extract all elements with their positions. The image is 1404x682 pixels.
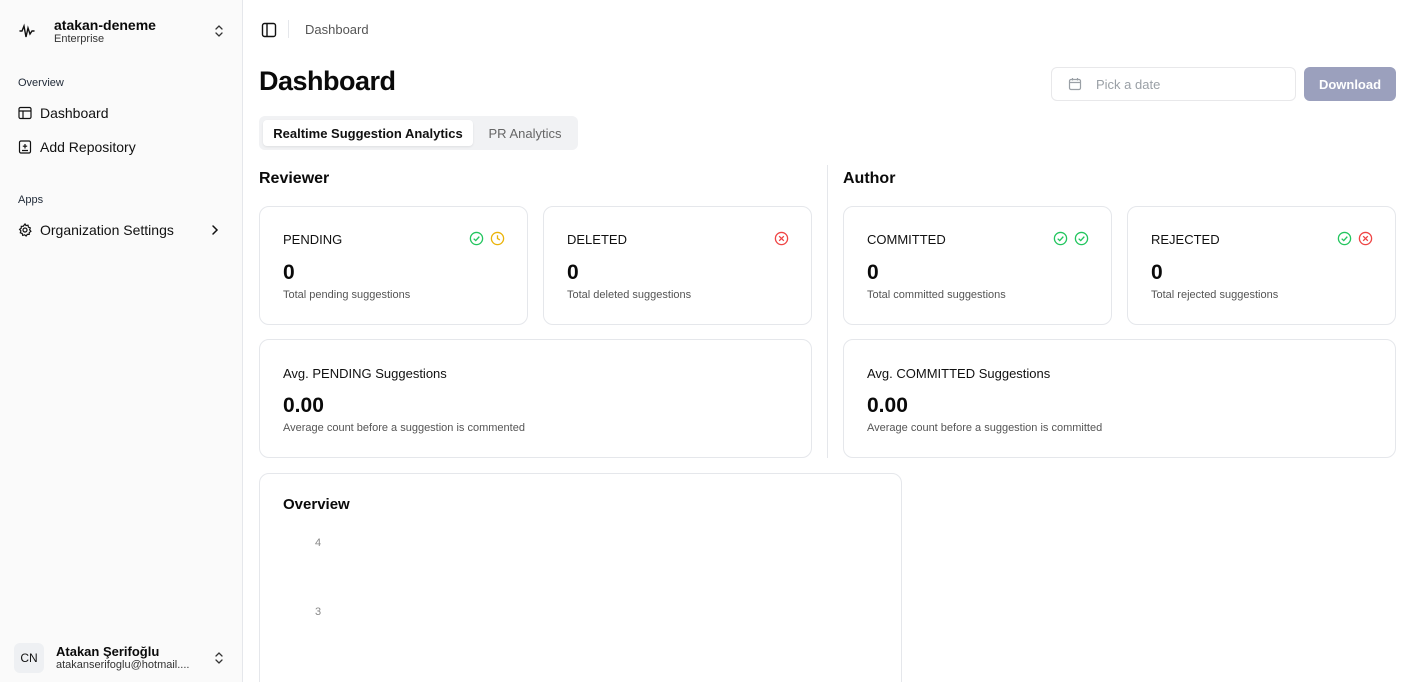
tab-pr-analytics[interactable]: PR Analytics bbox=[477, 120, 573, 146]
deleted-card: DELETED 0 Total deleted suggestions bbox=[543, 206, 812, 325]
pending-card: PENDING 0 Total pending suggestions bbox=[259, 206, 528, 325]
card-label: DELETED bbox=[567, 232, 627, 247]
card-description: Total committed suggestions bbox=[867, 289, 1006, 301]
avg-pending-card: Avg. PENDING Suggestions 0.00 Average co… bbox=[259, 339, 812, 458]
sidebar: atakan-deneme Enterprise Overview Dashbo… bbox=[0, 0, 243, 682]
layout-icon bbox=[18, 106, 32, 120]
card-label: Avg. COMMITTED Suggestions bbox=[867, 366, 1051, 381]
chevrons-up-down-icon bbox=[215, 25, 223, 37]
card-label: COMMITTED bbox=[867, 232, 946, 247]
card-value: 0 bbox=[567, 261, 579, 284]
user-menu[interactable]: CN Atakan Şerifoğlu atakanserifoglu@hotm… bbox=[14, 640, 229, 676]
check-circle-icon bbox=[1053, 231, 1068, 246]
y-tick-label: 4 bbox=[315, 537, 322, 549]
sidebar-item-label: Dashboard bbox=[40, 105, 109, 121]
overview-chart-card: Overview 4 3 bbox=[259, 473, 902, 682]
card-description: Average count before a suggestion is com… bbox=[283, 422, 525, 434]
reviewer-heading: Reviewer bbox=[259, 170, 330, 187]
card-description: Total deleted suggestions bbox=[567, 289, 692, 301]
card-value: 0 bbox=[1151, 261, 1163, 284]
avatar: CN bbox=[14, 643, 44, 673]
nav-section-apps: Apps bbox=[18, 194, 44, 206]
sidebar-item-label: Organization Settings bbox=[40, 222, 174, 238]
sidebar-item-add-repository[interactable]: Add Repository bbox=[12, 133, 232, 161]
check-circle-icon bbox=[1074, 231, 1089, 246]
date-placeholder: Pick a date bbox=[1096, 76, 1161, 92]
date-picker[interactable]: Pick a date bbox=[1051, 67, 1296, 101]
card-value: 0.00 bbox=[867, 394, 908, 417]
card-label: PENDING bbox=[283, 232, 343, 247]
chevrons-up-down-icon bbox=[215, 652, 223, 664]
clock-icon bbox=[490, 231, 505, 246]
divider bbox=[288, 20, 289, 38]
user-name: Atakan Şerifoğlu bbox=[56, 644, 160, 659]
sidebar-toggle-icon[interactable] bbox=[261, 22, 277, 38]
repo-add-icon bbox=[18, 140, 32, 154]
gear-icon bbox=[18, 223, 32, 237]
calendar-icon bbox=[1068, 78, 1082, 91]
tab-realtime-suggestion-analytics[interactable]: Realtime Suggestion Analytics bbox=[263, 120, 473, 146]
y-tick-label: 3 bbox=[315, 606, 322, 618]
card-label: REJECTED bbox=[1151, 232, 1220, 247]
card-label: Avg. PENDING Suggestions bbox=[283, 366, 447, 381]
sidebar-item-dashboard[interactable]: Dashboard bbox=[12, 99, 232, 127]
card-description: Average count before a suggestion is com… bbox=[867, 422, 1103, 434]
breadcrumb[interactable]: Dashboard bbox=[305, 22, 369, 37]
section-divider bbox=[827, 165, 828, 458]
x-circle-icon bbox=[1358, 231, 1373, 246]
org-switcher[interactable]: atakan-deneme Enterprise bbox=[14, 14, 229, 48]
author-heading: Author bbox=[843, 170, 896, 187]
committed-card: COMMITTED 0 Total committed suggestions bbox=[843, 206, 1112, 325]
card-value: 0 bbox=[283, 261, 295, 284]
nav-section-overview: Overview bbox=[18, 77, 64, 89]
waveform-logo-icon bbox=[14, 18, 40, 44]
overview-title: Overview bbox=[283, 496, 350, 513]
check-circle-icon bbox=[469, 231, 484, 246]
x-circle-icon bbox=[774, 231, 789, 246]
user-email: atakanserifoglu@hotmail.... bbox=[56, 659, 190, 671]
page-title: Dashboard bbox=[259, 66, 396, 96]
sidebar-item-label: Add Repository bbox=[40, 139, 136, 155]
rejected-card: REJECTED 0 Total rejected suggestions bbox=[1127, 206, 1396, 325]
card-description: Total pending suggestions bbox=[283, 289, 411, 301]
card-value: 0.00 bbox=[283, 394, 324, 417]
analytics-tabs: Realtime Suggestion Analytics PR Analyti… bbox=[259, 116, 578, 150]
download-button[interactable]: Download bbox=[1304, 67, 1396, 101]
chevron-right-icon bbox=[212, 225, 219, 235]
org-name: atakan-deneme bbox=[54, 16, 156, 33]
org-plan: Enterprise bbox=[54, 32, 105, 45]
top-bar: Dashboard bbox=[243, 0, 1404, 58]
card-value: 0 bbox=[867, 261, 879, 284]
sidebar-item-organization-settings[interactable]: Organization Settings bbox=[12, 216, 232, 244]
check-circle-icon bbox=[1337, 231, 1352, 246]
avg-committed-card: Avg. COMMITTED Suggestions 0.00 Average … bbox=[843, 339, 1396, 458]
card-description: Total rejected suggestions bbox=[1151, 289, 1279, 301]
